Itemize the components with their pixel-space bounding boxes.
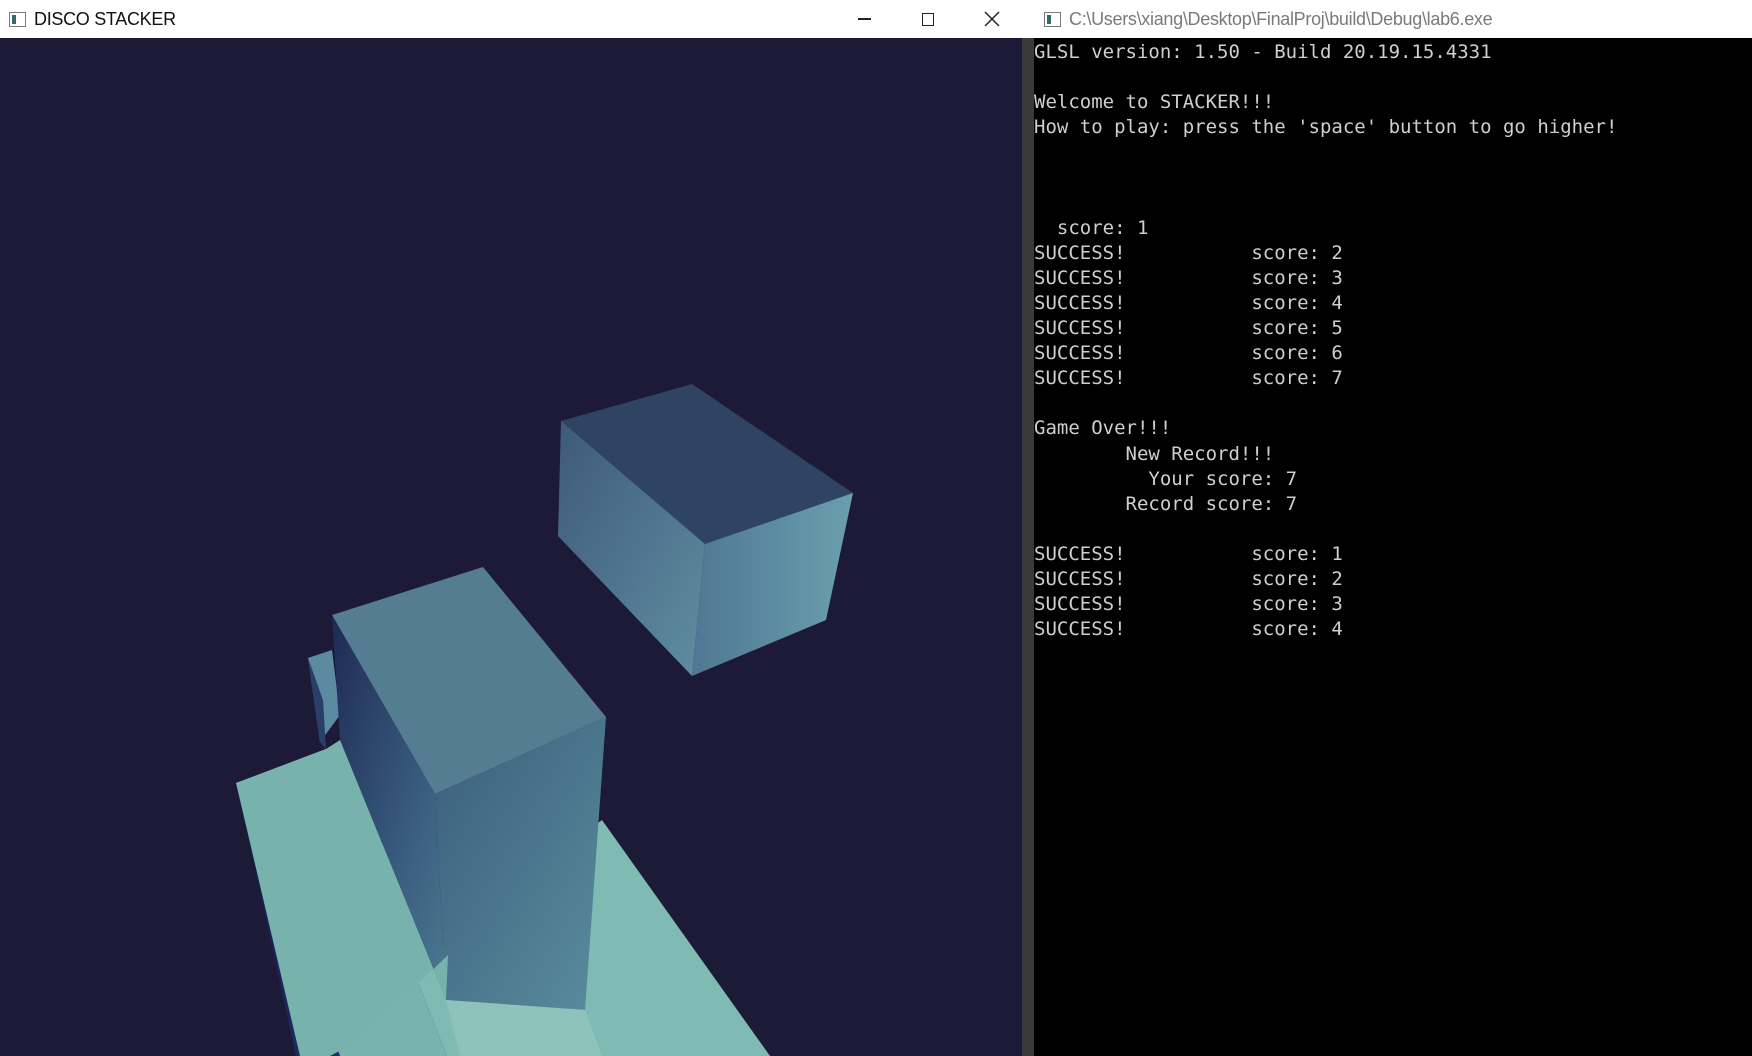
console-line: GLSL version: 1.50 - Build 20.19.15.4331: [1034, 41, 1492, 63]
console-window[interactable]: C:\Users\xiang\Desktop\FinalProj\build\D…: [1034, 0, 1752, 1056]
game-window[interactable]: DISCO STACKER: [0, 0, 1022, 1056]
console-line: SUCCESS! score: 5: [1034, 317, 1343, 340]
game-window-title: DISCO STACKER: [34, 8, 176, 29]
console-window-titlebar[interactable]: C:\Users\xiang\Desktop\FinalProj\build\D…: [1034, 0, 1752, 38]
minimize-button[interactable]: [834, 0, 894, 38]
maximize-button[interactable]: [898, 0, 958, 38]
minimize-icon: [857, 18, 871, 20]
console-line: SUCCESS! score: 3: [1034, 593, 1343, 616]
close-icon: [984, 11, 1000, 27]
floating-block: [558, 384, 853, 676]
game-window-titlebar[interactable]: DISCO STACKER: [0, 0, 1022, 38]
console-line: Welcome to STACKER!!!: [1034, 91, 1275, 114]
console-line: Game Over!!!: [1034, 417, 1172, 440]
maximize-icon: [922, 12, 934, 26]
console-line: SUCCESS! score: 1: [1034, 542, 1343, 565]
console-line: SUCCESS! score: 6: [1034, 342, 1343, 365]
console-line: How to play: press the 'space' button to…: [1034, 116, 1618, 139]
game-viewport[interactable]: [0, 38, 1022, 1056]
app-icon: [9, 11, 26, 27]
console-line: score: 1: [1034, 216, 1149, 239]
console-line: SUCCESS! score: 7: [1034, 367, 1343, 390]
console-window-title: C:\Users\xiang\Desktop\FinalProj\build\D…: [1069, 8, 1493, 29]
console-app-icon: [1044, 11, 1061, 27]
console-line: SUCCESS! score: 2: [1034, 241, 1343, 264]
console-line: Record score: 7: [1034, 492, 1298, 515]
console-line: Your score: 7: [1034, 467, 1298, 490]
window-border: [1022, 38, 1034, 1056]
console-line: SUCCESS! score: 3: [1034, 266, 1343, 289]
window-gap-top: [1022, 0, 1034, 38]
console-line: SUCCESS! score: 2: [1034, 567, 1343, 590]
close-button[interactable]: [962, 0, 1022, 38]
console-line: SUCCESS! score: 4: [1034, 291, 1343, 314]
console-line: New Record!!!: [1034, 442, 1275, 465]
console-output[interactable]: GLSL version: 1.50 - Build 20.19.15.4331…: [1034, 40, 1752, 1056]
console-line: SUCCESS! score: 4: [1034, 618, 1343, 641]
